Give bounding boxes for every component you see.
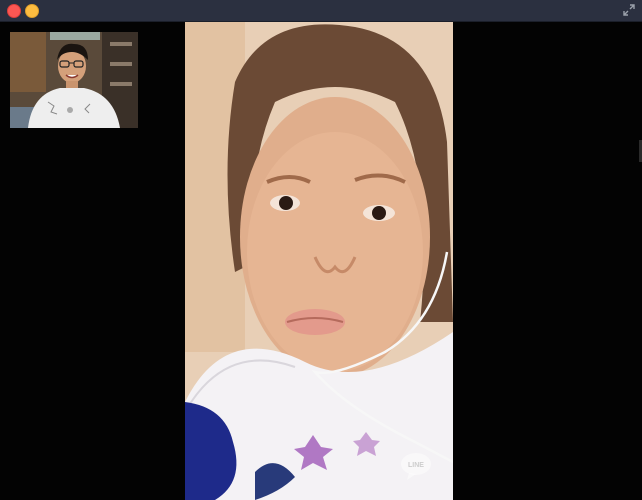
svg-text:LINE: LINE bbox=[408, 462, 424, 469]
self-person-illustration bbox=[10, 32, 138, 128]
window-titlebar bbox=[0, 0, 642, 22]
remote-person-illustration bbox=[185, 22, 453, 500]
line-logo-icon: LINE bbox=[401, 453, 431, 480]
self-view-preview[interactable] bbox=[10, 32, 138, 128]
close-window-button[interactable] bbox=[7, 4, 21, 18]
minimize-window-button[interactable] bbox=[25, 4, 39, 18]
fullscreen-icon[interactable] bbox=[622, 3, 636, 17]
remote-video-feed[interactable]: LINE bbox=[185, 22, 453, 500]
